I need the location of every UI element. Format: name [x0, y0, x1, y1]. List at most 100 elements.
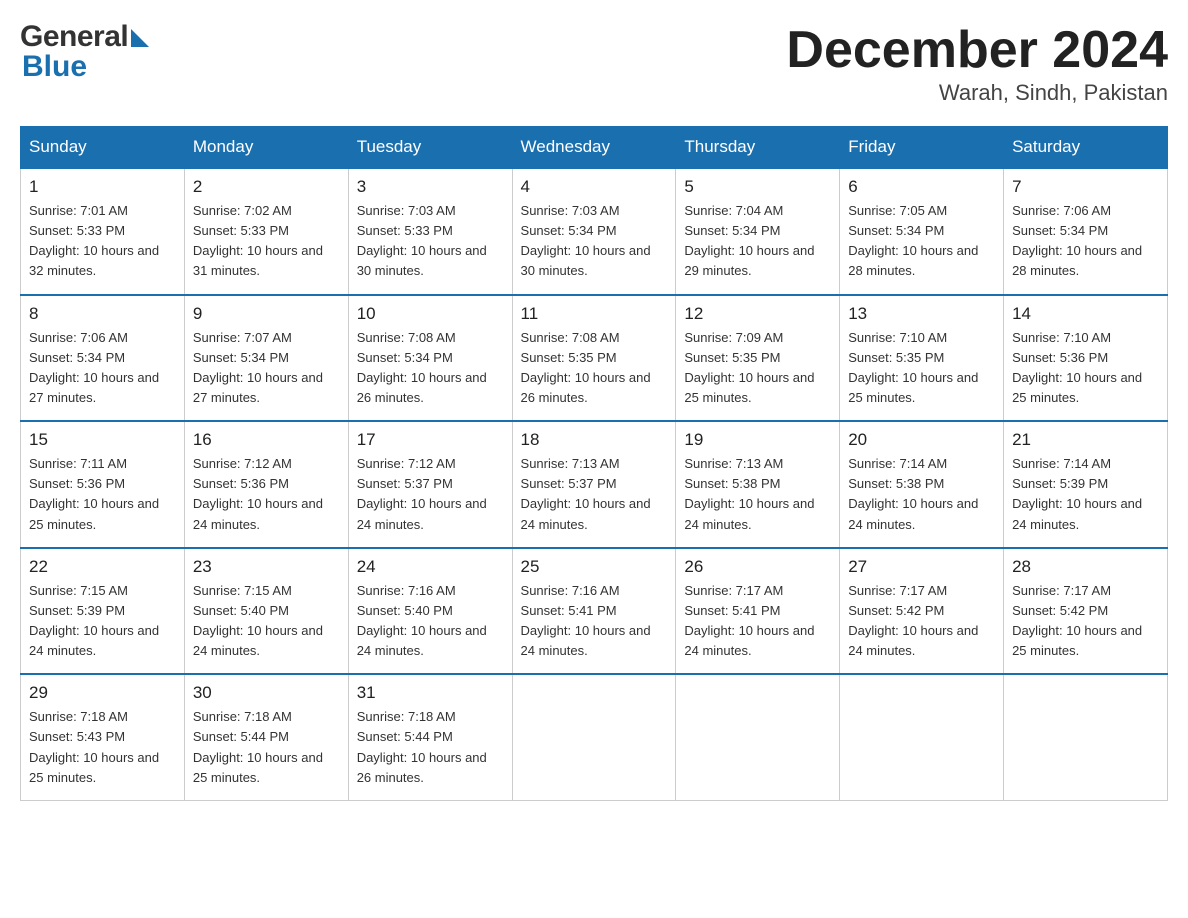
calendar-day-cell: 22 Sunrise: 7:15 AMSunset: 5:39 PMDayligh… [21, 548, 185, 675]
day-number: 1 [29, 177, 176, 197]
calendar-day-cell: 11 Sunrise: 7:08 AMSunset: 5:35 PMDayligh… [512, 295, 676, 422]
calendar-week-row: 22 Sunrise: 7:15 AMSunset: 5:39 PMDayligh… [21, 548, 1168, 675]
day-number: 15 [29, 430, 176, 450]
day-info: Sunrise: 7:11 AMSunset: 5:36 PMDaylight:… [29, 454, 176, 535]
day-info: Sunrise: 7:06 AMSunset: 5:34 PMDaylight:… [1012, 201, 1159, 282]
column-header-wednesday: Wednesday [512, 127, 676, 169]
calendar-day-cell: 17 Sunrise: 7:12 AMSunset: 5:37 PMDayligh… [348, 421, 512, 548]
day-info: Sunrise: 7:13 AMSunset: 5:37 PMDaylight:… [521, 454, 668, 535]
calendar-day-cell: 1 Sunrise: 7:01 AMSunset: 5:33 PMDaylight… [21, 168, 185, 295]
day-number: 30 [193, 683, 340, 703]
day-info: Sunrise: 7:03 AMSunset: 5:34 PMDaylight:… [521, 201, 668, 282]
calendar-day-cell: 6Sunrise: 7:05 AMSunset: 5:34 PMDaylight… [840, 168, 1004, 295]
calendar-empty-cell [1004, 674, 1168, 800]
day-number: 11 [521, 304, 668, 324]
day-number: 12 [684, 304, 831, 324]
calendar-week-row: 1 Sunrise: 7:01 AMSunset: 5:33 PMDaylight… [21, 168, 1168, 295]
column-header-saturday: Saturday [1004, 127, 1168, 169]
day-number: 9 [193, 304, 340, 324]
day-info: Sunrise: 7:08 AMSunset: 5:35 PMDaylight:… [521, 328, 668, 409]
calendar-day-cell: 27 Sunrise: 7:17 AMSunset: 5:42 PMDayligh… [840, 548, 1004, 675]
day-info: Sunrise: 7:15 AMSunset: 5:39 PMDaylight:… [29, 581, 176, 662]
day-number: 4 [521, 177, 668, 197]
calendar-day-cell: 21Sunrise: 7:14 AMSunset: 5:39 PMDayligh… [1004, 421, 1168, 548]
day-number: 8 [29, 304, 176, 324]
calendar-day-cell: 31 Sunrise: 7:18 AMSunset: 5:44 PMDayligh… [348, 674, 512, 800]
day-info: Sunrise: 7:15 AMSunset: 5:40 PMDaylight:… [193, 581, 340, 662]
calendar-day-cell: 25 Sunrise: 7:16 AMSunset: 5:41 PMDayligh… [512, 548, 676, 675]
calendar-header-row: SundayMondayTuesdayWednesdayThursdayFrid… [21, 127, 1168, 169]
calendar-day-cell: 15 Sunrise: 7:11 AMSunset: 5:36 PMDayligh… [21, 421, 185, 548]
calendar-day-cell: 9 Sunrise: 7:07 AMSunset: 5:34 PMDaylight… [184, 295, 348, 422]
calendar-table: SundayMondayTuesdayWednesdayThursdayFrid… [20, 126, 1168, 801]
day-info: Sunrise: 7:02 AMSunset: 5:33 PMDaylight:… [193, 201, 340, 282]
day-number: 28 [1012, 557, 1159, 577]
day-info: Sunrise: 7:10 AMSunset: 5:35 PMDaylight:… [848, 328, 995, 409]
calendar-day-cell: 8 Sunrise: 7:06 AMSunset: 5:34 PMDaylight… [21, 295, 185, 422]
day-info: Sunrise: 7:05 AMSunset: 5:34 PMDaylight:… [848, 201, 995, 282]
day-number: 27 [848, 557, 995, 577]
page-header: General Blue December 2024 Warah, Sindh,… [20, 20, 1168, 106]
calendar-day-cell: 3 Sunrise: 7:03 AMSunset: 5:33 PMDaylight… [348, 168, 512, 295]
day-info: Sunrise: 7:16 AMSunset: 5:40 PMDaylight:… [357, 581, 504, 662]
day-number: 17 [357, 430, 504, 450]
calendar-day-cell: 5Sunrise: 7:04 AMSunset: 5:34 PMDaylight… [676, 168, 840, 295]
day-info: Sunrise: 7:17 AMSunset: 5:42 PMDaylight:… [848, 581, 995, 662]
day-info: Sunrise: 7:14 AMSunset: 5:38 PMDaylight:… [848, 454, 995, 535]
day-info: Sunrise: 7:16 AMSunset: 5:41 PMDaylight:… [521, 581, 668, 662]
column-header-sunday: Sunday [21, 127, 185, 169]
day-info: Sunrise: 7:17 AMSunset: 5:41 PMDaylight:… [684, 581, 831, 662]
day-info: Sunrise: 7:08 AMSunset: 5:34 PMDaylight:… [357, 328, 504, 409]
calendar-empty-cell [512, 674, 676, 800]
day-number: 20 [848, 430, 995, 450]
day-info: Sunrise: 7:12 AMSunset: 5:37 PMDaylight:… [357, 454, 504, 535]
location-text: Warah, Sindh, Pakistan [786, 80, 1168, 106]
day-number: 3 [357, 177, 504, 197]
calendar-day-cell: 13 Sunrise: 7:10 AMSunset: 5:35 PMDayligh… [840, 295, 1004, 422]
day-number: 31 [357, 683, 504, 703]
calendar-day-cell: 12Sunrise: 7:09 AMSunset: 5:35 PMDayligh… [676, 295, 840, 422]
day-info: Sunrise: 7:01 AMSunset: 5:33 PMDaylight:… [29, 201, 176, 282]
month-title: December 2024 [786, 20, 1168, 80]
day-info: Sunrise: 7:12 AMSunset: 5:36 PMDaylight:… [193, 454, 340, 535]
day-number: 19 [684, 430, 831, 450]
day-number: 14 [1012, 304, 1159, 324]
day-number: 22 [29, 557, 176, 577]
day-info: Sunrise: 7:06 AMSunset: 5:34 PMDaylight:… [29, 328, 176, 409]
day-number: 25 [521, 557, 668, 577]
column-header-thursday: Thursday [676, 127, 840, 169]
calendar-empty-cell [840, 674, 1004, 800]
calendar-day-cell: 4 Sunrise: 7:03 AMSunset: 5:34 PMDaylight… [512, 168, 676, 295]
day-info: Sunrise: 7:18 AMSunset: 5:44 PMDaylight:… [357, 707, 504, 788]
calendar-day-cell: 30Sunrise: 7:18 AMSunset: 5:44 PMDayligh… [184, 674, 348, 800]
logo: General Blue [20, 20, 149, 84]
calendar-day-cell: 23 Sunrise: 7:15 AMSunset: 5:40 PMDayligh… [184, 548, 348, 675]
calendar-day-cell: 18 Sunrise: 7:13 AMSunset: 5:37 PMDayligh… [512, 421, 676, 548]
day-number: 16 [193, 430, 340, 450]
day-number: 13 [848, 304, 995, 324]
calendar-week-row: 8 Sunrise: 7:06 AMSunset: 5:34 PMDaylight… [21, 295, 1168, 422]
day-number: 10 [357, 304, 504, 324]
logo-general-text: General [20, 20, 128, 54]
calendar-day-cell: 24 Sunrise: 7:16 AMSunset: 5:40 PMDayligh… [348, 548, 512, 675]
calendar-day-cell: 16 Sunrise: 7:12 AMSunset: 5:36 PMDayligh… [184, 421, 348, 548]
calendar-day-cell: 26 Sunrise: 7:17 AMSunset: 5:41 PMDayligh… [676, 548, 840, 675]
day-number: 5 [684, 177, 831, 197]
calendar-day-cell: 14 Sunrise: 7:10 AMSunset: 5:36 PMDayligh… [1004, 295, 1168, 422]
day-number: 18 [521, 430, 668, 450]
title-block: December 2024 Warah, Sindh, Pakistan [786, 20, 1168, 106]
day-number: 29 [29, 683, 176, 703]
calendar-day-cell: 2Sunrise: 7:02 AMSunset: 5:33 PMDaylight… [184, 168, 348, 295]
day-number: 23 [193, 557, 340, 577]
day-info: Sunrise: 7:03 AMSunset: 5:33 PMDaylight:… [357, 201, 504, 282]
day-info: Sunrise: 7:07 AMSunset: 5:34 PMDaylight:… [193, 328, 340, 409]
column-header-tuesday: Tuesday [348, 127, 512, 169]
day-info: Sunrise: 7:10 AMSunset: 5:36 PMDaylight:… [1012, 328, 1159, 409]
logo-blue-text: Blue [22, 50, 87, 84]
calendar-week-row: 29Sunrise: 7:18 AMSunset: 5:43 PMDayligh… [21, 674, 1168, 800]
day-number: 24 [357, 557, 504, 577]
logo-triangle-icon [131, 29, 149, 47]
day-number: 26 [684, 557, 831, 577]
day-info: Sunrise: 7:14 AMSunset: 5:39 PMDaylight:… [1012, 454, 1159, 535]
calendar-day-cell: 29Sunrise: 7:18 AMSunset: 5:43 PMDayligh… [21, 674, 185, 800]
